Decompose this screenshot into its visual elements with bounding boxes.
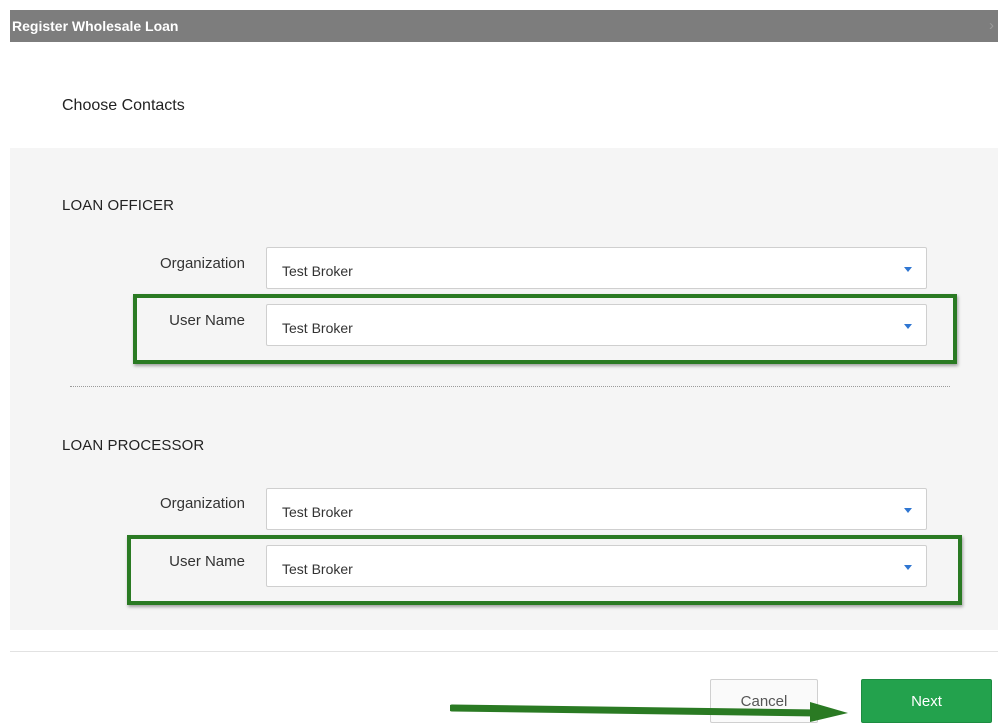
loan-officer-username-label: User Name (169, 312, 245, 329)
loan-processor-username-value: Test Broker (282, 561, 353, 577)
chevron-down-icon (904, 508, 912, 513)
next-button[interactable]: Next (861, 679, 992, 723)
loan-processor-organization-select[interactable]: Test Broker (266, 488, 927, 530)
loan-processor-heading: LOAN PROCESSOR (62, 437, 205, 454)
close-icon[interactable]: › (989, 10, 994, 42)
loan-processor-username-select[interactable]: Test Broker (266, 545, 927, 587)
chevron-down-icon (904, 565, 912, 570)
section-divider (70, 386, 950, 387)
loan-officer-heading: LOAN OFFICER (62, 197, 175, 214)
loan-processor-organization-label: Organization (159, 495, 245, 512)
chevron-down-icon (904, 324, 912, 329)
loan-officer-organization-label: Organization (159, 255, 245, 272)
dialog-title: Register Wholesale Loan (12, 18, 179, 34)
loan-officer-organization-value: Test Broker (282, 263, 353, 279)
chevron-down-icon (904, 267, 912, 272)
loan-officer-username-value: Test Broker (282, 320, 353, 336)
section-title: Choose Contacts (62, 97, 185, 114)
loan-processor-organization-value: Test Broker (282, 504, 353, 520)
loan-officer-organization-select[interactable]: Test Broker (266, 247, 927, 289)
loan-processor-username-label: User Name (169, 553, 245, 570)
loan-officer-username-select[interactable]: Test Broker (266, 304, 927, 346)
footer-divider (10, 651, 998, 652)
dialog-titlebar: Register Wholesale Loan › (10, 10, 998, 42)
